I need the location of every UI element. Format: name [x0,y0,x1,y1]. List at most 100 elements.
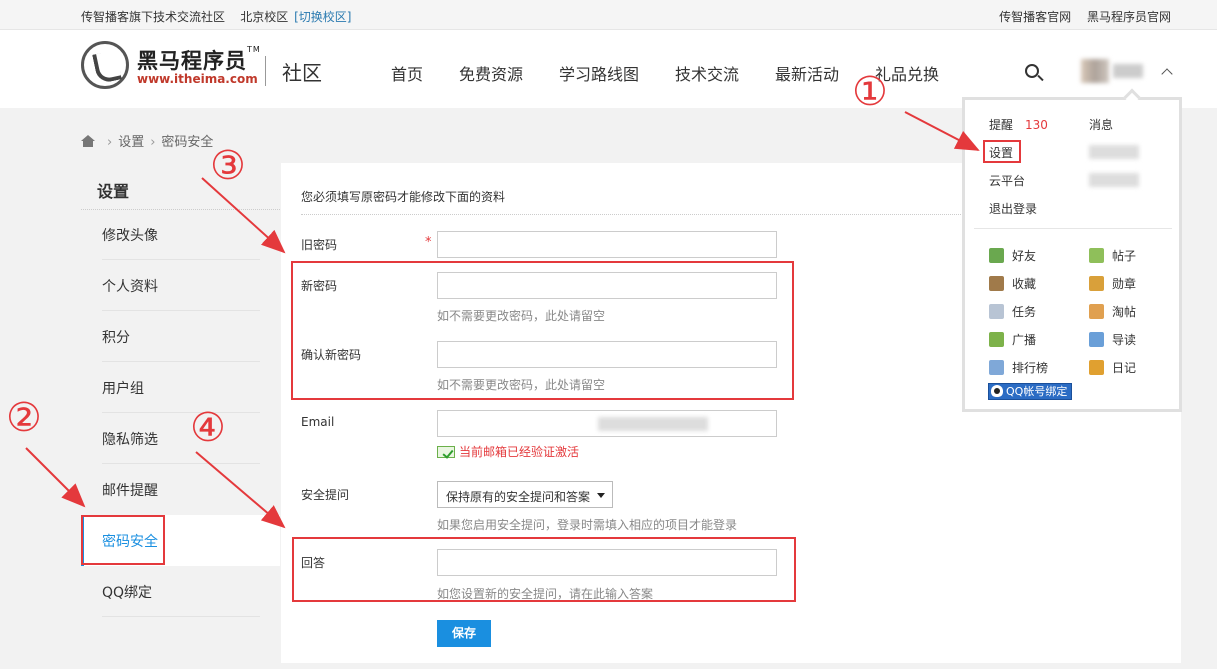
email-input[interactable] [437,410,777,437]
header-divider [265,56,266,86]
sidebar-item-usergroup[interactable]: 用户组 [81,362,280,413]
arrow-2 [25,447,86,508]
dropdown-logout[interactable]: 退出登录 [989,200,1037,217]
email-label: Email [301,415,335,429]
annotation-box-settings [983,140,1021,163]
heima-site-link[interactable]: 黑马程序员官网 [1087,10,1171,24]
sidebar-item-label: 用户组 [102,381,144,397]
dropdown-cloud-platform[interactable]: 云平台 [989,172,1025,189]
search-icon[interactable] [1025,64,1039,78]
settings-sidebar: 设置 修改头像 个人资料 积分 用户组 隐私筛选 邮件提醒 密码安全 QQ绑定 [81,163,280,643]
breadcrumb-settings[interactable]: 设置 [118,135,144,150]
sidebar-item-profile[interactable]: 个人资料 [81,260,280,311]
sidebar-item-email-reminder[interactable]: 邮件提醒 [81,464,280,515]
switch-campus-link[interactable]: [切换校区] [294,10,351,24]
form-notice: 您必须填写原密码才能修改下面的资料 [301,190,506,204]
sidebar-item-privacy[interactable]: 隐私筛选 [81,413,280,464]
home-icon[interactable] [81,135,95,147]
app-tasks[interactable]: 任务 [989,303,1036,320]
logo[interactable]: 黑马程序员TM www.itheima.com [81,41,261,91]
dropdown-messages[interactable]: 消息 [1089,116,1113,133]
logo-url: www.itheima.com [137,72,258,86]
qq-bind-button[interactable]: QQ帐号绑定 [988,383,1073,400]
sidebar-item-points[interactable]: 积分 [81,311,280,362]
annotation-box-password-security [81,515,165,565]
qq-penguin-icon [991,385,1003,397]
annotation-box-new-password [291,261,794,400]
app-posts[interactable]: 帖子 [1089,247,1136,264]
breadcrumb-separator: › [150,135,156,150]
nav-roadmap[interactable]: 学习路线图 [559,61,639,85]
diary-icon [1089,360,1104,375]
ranking-icon [989,360,1004,375]
app-favorites[interactable]: 收藏 [989,275,1036,292]
remind-label: 提醒 [989,118,1014,132]
sidebar-item-label: 邮件提醒 [102,483,158,499]
app-label: 广播 [1012,333,1037,347]
annotation-marker-4: ④ [190,405,226,451]
favorites-icon [989,276,1004,291]
task-icon [989,304,1004,319]
app-label: 淘帖 [1112,305,1137,319]
app-guide[interactable]: 导读 [1089,331,1136,348]
email-value-blurred [598,417,708,431]
sidebar-item-qq-bind[interactable]: QQ绑定 [81,566,280,617]
broadcast-icon [989,332,1004,347]
app-label: 导读 [1112,333,1137,347]
sidebar-item-avatar[interactable]: 修改头像 [81,209,280,260]
security-question-select[interactable]: 保持原有的安全提问和答案 [437,481,613,508]
breadcrumb-password-security[interactable]: 密码安全 [161,135,213,150]
topbar-right: 传智播客官网 黑马程序员官网 [987,8,1171,25]
username-blurred[interactable] [1113,64,1143,78]
security-question-value: 保持原有的安全提问和答案 [446,490,591,504]
annotation-box-answer [292,537,796,602]
remind-count: 130 [1025,118,1048,132]
app-broadcast[interactable]: 广播 [989,331,1036,348]
annotation-marker-2: ② [6,395,42,441]
nav-tech-talk[interactable]: 技术交流 [675,61,739,85]
nav-free-resources[interactable]: 免费资源 [459,61,523,85]
horse-logo-icon [81,41,129,89]
logo-name: 黑马程序员 [137,49,247,73]
nav-events[interactable]: 最新活动 [775,61,839,85]
medal-icon [1089,276,1104,291]
top-utility-bar: 传智播客旗下技术交流社区 北京校区 [切换校区] 传智播客官网 黑马程序员官网 [0,0,1217,30]
friends-icon [989,248,1004,263]
dropdown-divider [974,228,1172,229]
sidebar-item-divider [102,616,260,617]
qq-bind-label: QQ帐号绑定 [1006,385,1068,398]
breadcrumb: › 设置 › 密码安全 [81,131,213,150]
security-question-hint: 如果您启用安全提问，登录时需填入相应的项目才能登录 [437,518,738,532]
official-site-link[interactable]: 传智播客官网 [999,10,1071,24]
security-question-label: 安全提问 [301,488,350,502]
dropdown-blurred-item [1089,145,1139,159]
sidebar-title: 设置 [97,182,130,201]
app-label: 排行榜 [1012,361,1049,375]
required-mark: * [425,235,432,250]
app-medals[interactable]: 勋章 [1089,275,1136,292]
app-diary[interactable]: 日记 [1089,359,1136,376]
envelope-check-icon [437,446,455,458]
avatar[interactable] [1081,59,1109,83]
email-status: 当前邮箱已经验证激活 [437,443,579,460]
old-password-input[interactable] [437,231,777,258]
email-status-text: 当前邮箱已经验证激活 [459,445,580,459]
old-password-label: 旧密码 [301,238,338,252]
chevron-up-icon[interactable] [1161,68,1173,80]
save-button[interactable]: 保存 [437,620,491,647]
app-ranking[interactable]: 排行榜 [989,359,1048,376]
app-friends[interactable]: 好友 [989,247,1036,264]
app-label: 日记 [1112,361,1137,375]
app-label: 勋章 [1112,277,1137,291]
sidebar-item-label: 修改头像 [102,228,158,244]
nav-home[interactable]: 首页 [391,61,423,85]
sidebar-item-label: 积分 [102,330,130,346]
app-label: 任务 [1012,305,1037,319]
section-title: 社区 [282,61,322,85]
app-collections[interactable]: 淘帖 [1089,303,1136,320]
sidebar-item-label: 隐私筛选 [102,432,158,448]
collection-icon [1089,304,1104,319]
dropdown-remind[interactable]: 提醒 130 [989,116,1048,133]
app-label: 帖子 [1112,249,1137,263]
dropdown-blurred-item [1089,173,1139,187]
